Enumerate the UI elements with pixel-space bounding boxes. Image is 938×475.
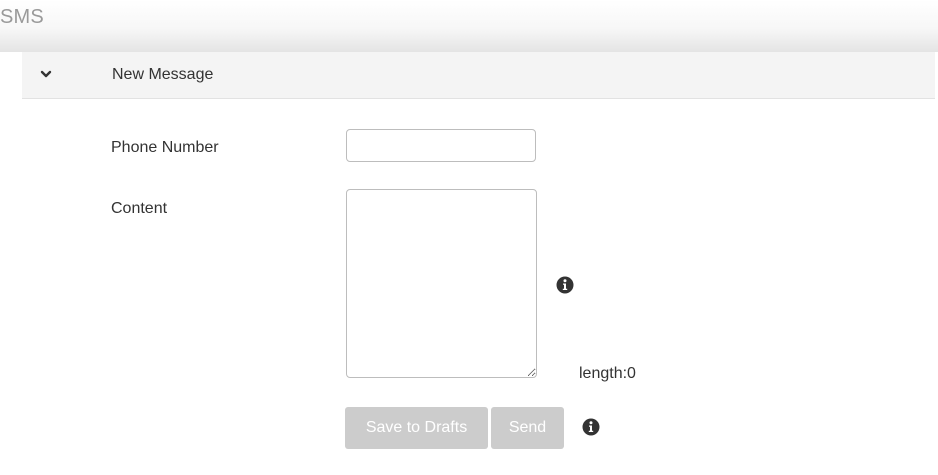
info-circle-icon[interactable] [582, 418, 600, 436]
panel-header-toggle[interactable]: New Message [22, 52, 935, 99]
sms-page: SMS New Message Phone Number Content len… [0, 0, 938, 475]
new-message-panel: New Message Phone Number Content length:… [22, 52, 935, 475]
page-title: SMS [0, 6, 44, 28]
content-length-counter: length:0 [579, 365, 636, 382]
content-label: Content [111, 200, 168, 217]
info-circle-icon[interactable] [556, 276, 574, 294]
phone-number-label: Phone Number [111, 139, 219, 156]
phone-number-input[interactable] [346, 129, 536, 162]
content-textarea[interactable] [346, 189, 537, 378]
panel-title: New Message [112, 66, 214, 83]
save-to-drafts-button[interactable]: Save to Drafts [345, 407, 488, 449]
page-header-bar [0, 0, 938, 52]
chevron-down-icon [40, 70, 52, 78]
send-button[interactable]: Send [491, 407, 564, 449]
